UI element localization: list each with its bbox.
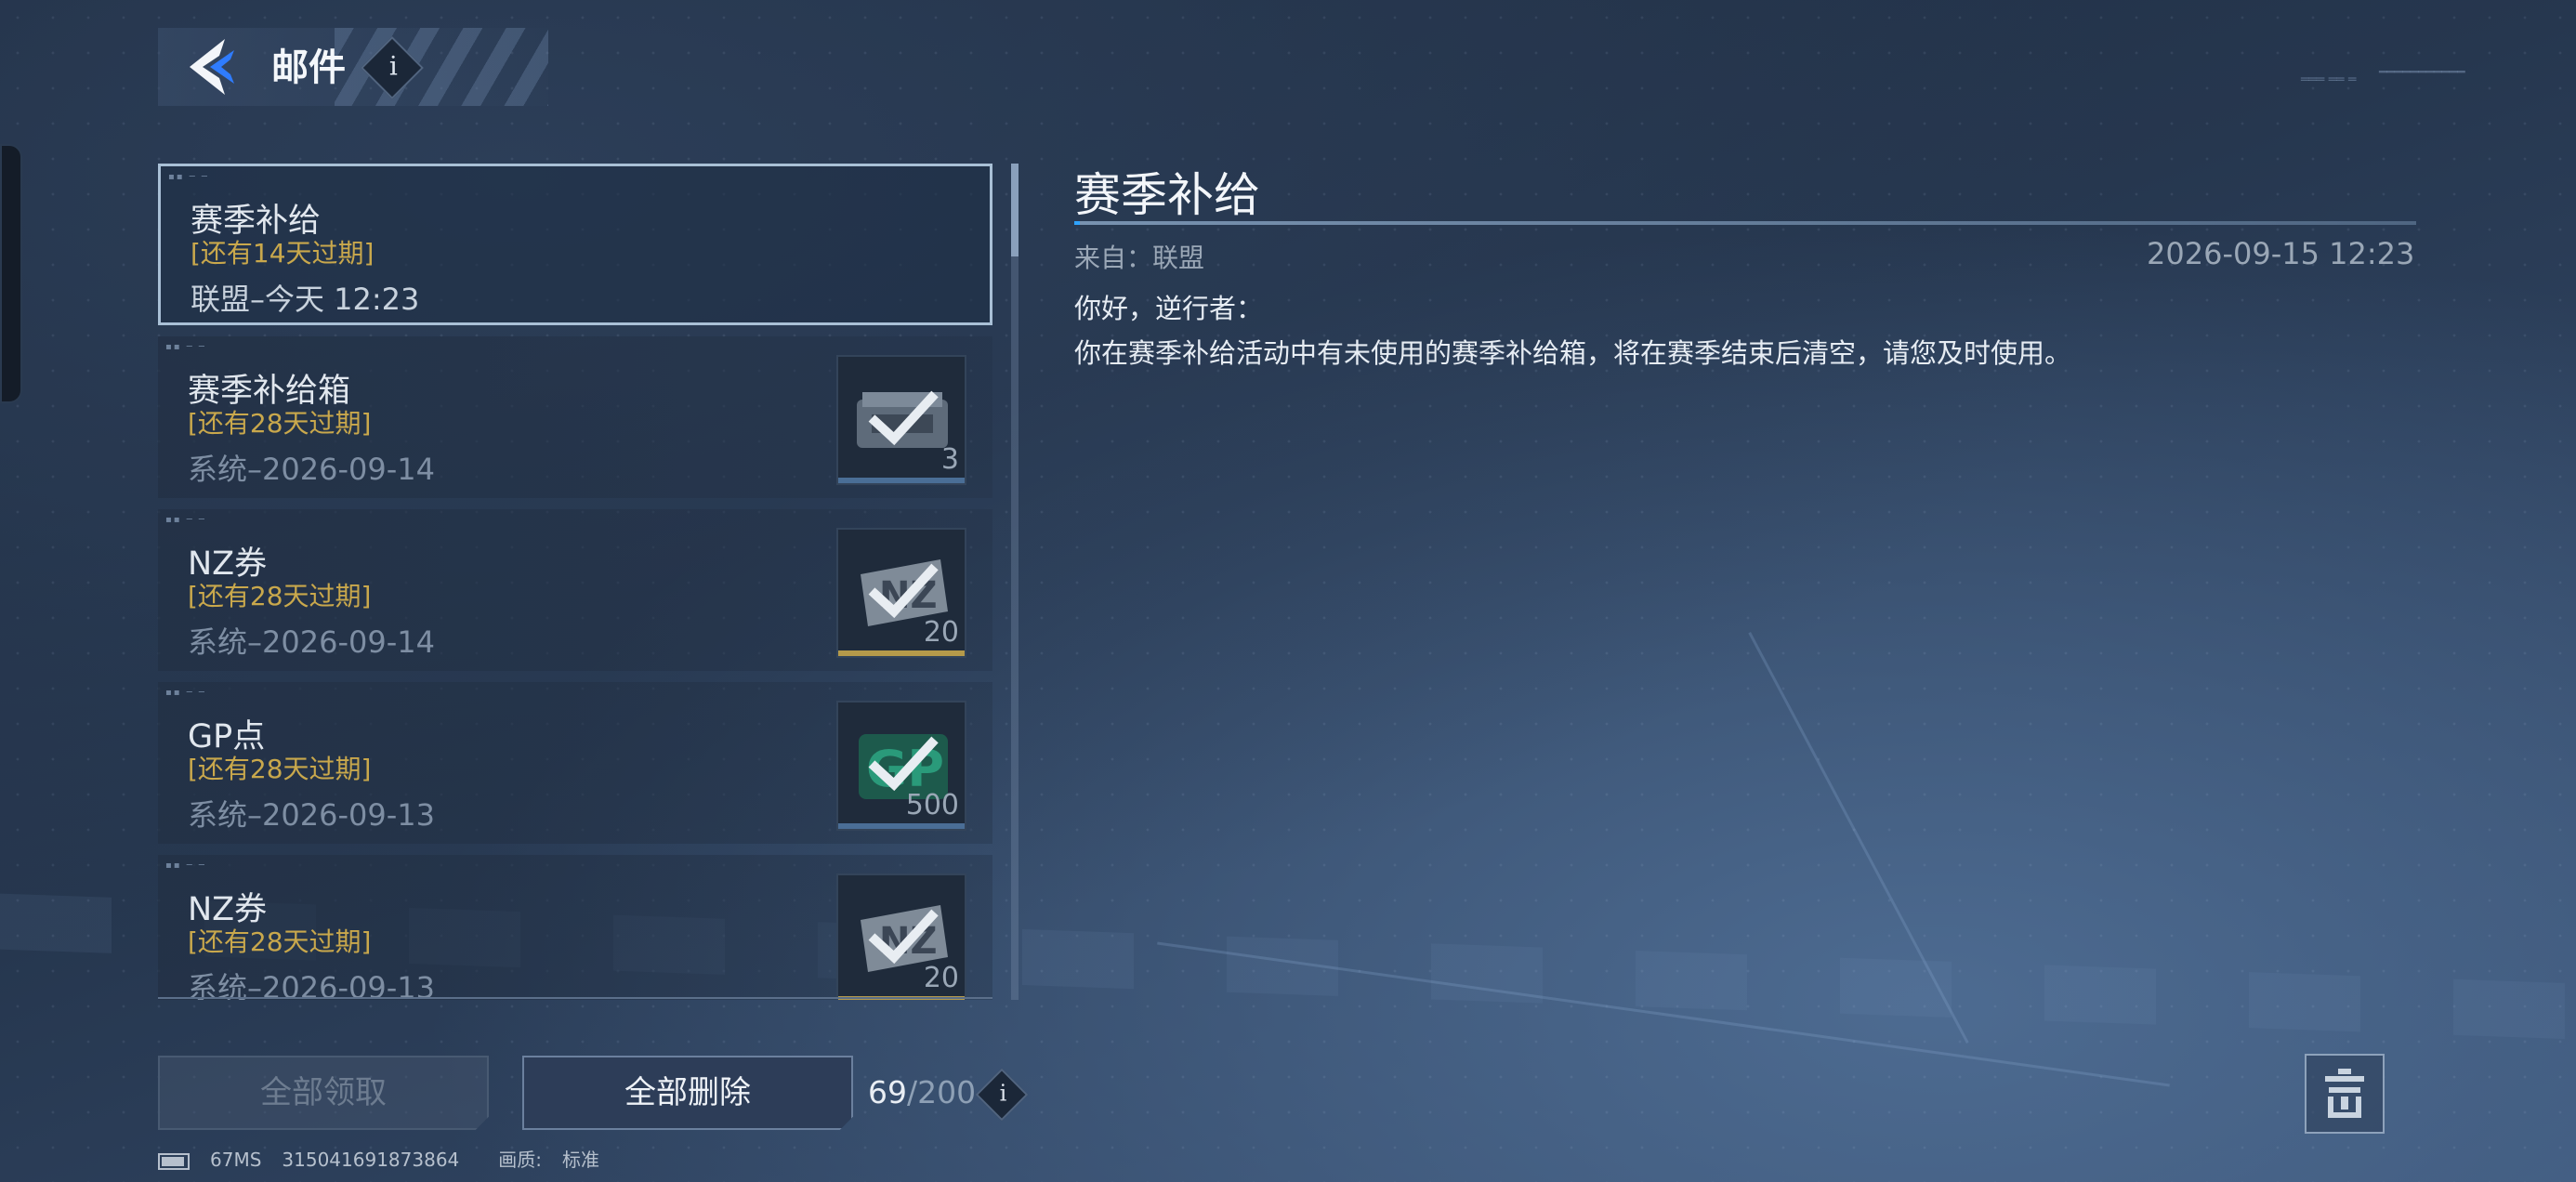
claimed-check-icon: [868, 563, 939, 619]
mail-expire: [还有28天过期]: [188, 408, 372, 439]
mail-count-info-button[interactable]: i: [975, 1068, 1029, 1122]
back-arrow-icon: [190, 39, 234, 95]
claimed-check-icon: [868, 390, 939, 446]
claim-all-button[interactable]: 全部领取: [158, 1056, 489, 1130]
mail-meta: 系统–2026-09-13: [188, 797, 435, 833]
corner-decoration: ▪▪ ─ ─: [165, 688, 206, 698]
page-title: 邮件: [271, 46, 346, 89]
delete-mail-button[interactable]: [2305, 1054, 2385, 1134]
corner-decoration: ▪▪ ─ ─: [165, 515, 206, 525]
mail-meta: 联盟–今天 12:23: [191, 282, 420, 317]
mail-content: 你在赛季补给活动中有未使用的赛季补给箱，将在赛季结束后清空，请您及时使用。: [1074, 337, 2072, 369]
mail-greeting: 你好，逆行者：: [1074, 293, 1264, 324]
mail-detail-title: 赛季补给: [1074, 168, 1260, 222]
mail-item-nz-ticket-2[interactable]: ▪▪ ─ ─ NZ券 [还有28天过期] 系统–2026-09-13 NZ 20: [158, 855, 992, 1000]
attachment-nz-ticket[interactable]: NZ 20: [836, 873, 966, 1000]
quality-label: 画质:: [498, 1149, 543, 1171]
hud-decoration: ━━━━━━━━━━━: [2379, 65, 2465, 80]
mail-list-scrollbar[interactable]: [1011, 164, 1019, 1000]
mail-expire: [还有28天过期]: [188, 754, 372, 784]
corner-decoration: ▪▪ ─ ─: [168, 172, 209, 182]
list-divider: [158, 997, 992, 999]
hud-decoration: ═══ ══ ═: [2301, 72, 2357, 87]
attachment-count: 20: [923, 616, 959, 649]
status-bar: 67MS 315041691873864 画质: 标准: [158, 1145, 620, 1172]
delete-all-button[interactable]: 全部删除: [522, 1056, 853, 1130]
info-icon: i: [999, 1080, 1007, 1107]
mail-meta: 系统–2026-09-13: [188, 970, 435, 1000]
attachment-nz-ticket[interactable]: NZ 20: [836, 528, 966, 658]
mail-item-supply-box[interactable]: ▪▪ ─ ─ 赛季补给箱 [还有28天过期] 系统–2026-09-14 3: [158, 336, 992, 498]
mail-sender: 来自：联盟: [1074, 243, 1205, 273]
side-drawer-handle[interactable]: [0, 144, 22, 403]
mail-count-current: 69: [868, 1074, 907, 1110]
attachment-gp-point[interactable]: GP 500: [836, 701, 966, 831]
attachment-count: 500: [905, 789, 959, 821]
mail-item-gp-point[interactable]: ▪▪ ─ ─ GP点 [还有28天过期] 系统–2026-09-13 GP 50…: [158, 682, 992, 844]
corner-decoration: ▪▪ ─ ─: [165, 860, 206, 871]
rarity-bar: [838, 478, 965, 483]
user-id: 315041691873864: [282, 1149, 460, 1171]
mail-expire: [还有28天过期]: [188, 926, 372, 957]
scrollbar-thumb[interactable]: [1011, 164, 1019, 256]
mail-date: 2026-09-15 12:23: [2147, 236, 2415, 271]
mail-item-season-supply[interactable]: ▪▪ ─ ─ 赛季补给 [还有14天过期] 联盟–今天 12:23: [158, 164, 992, 325]
rarity-bar: [838, 823, 965, 829]
attachment-count: 3: [940, 443, 959, 476]
mail-count: 69/200: [868, 1074, 976, 1110]
mail-list[interactable]: ▪▪ ─ ─ 赛季补给 [还有14天过期] 联盟–今天 12:23 ▪▪ ─ ─…: [158, 164, 992, 1000]
mail-count-max: /200: [907, 1074, 977, 1110]
attachment-count: 20: [923, 962, 959, 994]
trash-icon: [2325, 1069, 2364, 1118]
corner-decoration: ▪▪ ─ ─: [165, 342, 206, 352]
rarity-bar: [838, 650, 965, 656]
claimed-check-icon: [868, 736, 939, 792]
mail-meta: 系统–2026-09-14: [188, 624, 435, 660]
title-divider-accent: [1074, 221, 1080, 225]
mail-item-nz-ticket[interactable]: ▪▪ ─ ─ NZ券 [还有28天过期] 系统–2026-09-14 NZ 20: [158, 509, 992, 671]
title-divider: [1074, 221, 2416, 225]
back-button[interactable]: [182, 33, 247, 98]
mail-expire: [还有28天过期]: [188, 581, 372, 611]
attachment-supply-box[interactable]: 3: [836, 355, 966, 485]
battery-icon: [158, 1152, 190, 1170]
ping-value: 67MS: [210, 1149, 262, 1171]
quality-value: 标准: [562, 1149, 600, 1171]
mail-meta: 系统–2026-09-14: [188, 452, 435, 487]
claimed-check-icon: [868, 909, 939, 965]
mail-body: 你好，逆行者： 你在赛季补给活动中有未使用的赛季补给箱，将在赛季结束后清空，请您…: [1074, 286, 2071, 375]
mail-expire: [还有14天过期]: [191, 238, 375, 269]
info-icon: i: [388, 50, 398, 82]
